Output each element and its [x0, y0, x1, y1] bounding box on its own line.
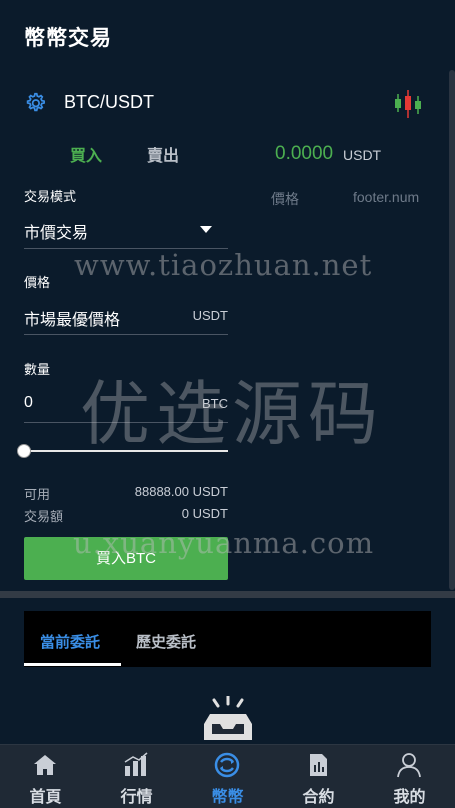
buy-button[interactable]: 買入BTC: [24, 537, 228, 580]
trade-mode-label: 交易模式: [24, 189, 77, 204]
watermark-url-top: www.tiaozhuan.net: [74, 248, 373, 282]
current-price: 0.0000: [275, 143, 334, 164]
empty-inbox-icon: [204, 696, 252, 740]
tabbar-home[interactable]: 首頁: [0, 745, 91, 808]
tab-current-orders[interactable]: 當前委託: [40, 631, 100, 652]
amount-slider[interactable]: [24, 450, 228, 452]
trade-mode-value: 市價交易: [24, 225, 89, 242]
amount-label: 數量: [24, 362, 51, 377]
user-icon: [397, 753, 421, 778]
price-field[interactable]: 市場最優價格 USDT: [24, 298, 228, 335]
candlestick-icon[interactable]: [392, 88, 424, 120]
tabbar-contract-label: 合約: [302, 789, 335, 806]
tabbar-home-label: 首頁: [29, 789, 62, 806]
slider-thumb[interactable]: [17, 444, 31, 458]
tabbar-market[interactable]: 行情: [91, 745, 182, 808]
available-label: 可用: [24, 487, 51, 502]
trading-pair[interactable]: BTC/USDT: [64, 92, 154, 113]
trade-mode-select[interactable]: 市價交易: [24, 210, 228, 249]
caret-down-icon: [200, 226, 212, 233]
section-divider: [0, 591, 455, 598]
orders-tabs: 當前委託 歷史委託: [24, 611, 431, 667]
contract-document-icon: [310, 754, 327, 776]
pair-row: BTC/USDT: [0, 82, 455, 122]
home-icon: [34, 755, 56, 775]
market-chart-icon: [124, 752, 148, 776]
amount-input[interactable]: 0: [24, 394, 33, 412]
tabbar-coin[interactable]: 幣幣: [182, 745, 273, 808]
bottom-tabbar: 首頁 行情 幣幣 合約 我的: [0, 744, 455, 808]
order-book-price-header: 價格: [271, 191, 299, 207]
volume-value: 0 USDT: [181, 506, 228, 521]
tab-buy[interactable]: 買入: [70, 142, 102, 166]
order-book-num-header: footer.num: [353, 189, 420, 205]
price-label: 價格: [24, 275, 51, 290]
coin-exchange-icon: [214, 752, 240, 778]
tabbar-mine-label: 我的: [393, 789, 426, 806]
app-header: 幣幣交易: [0, 0, 455, 76]
amount-field[interactable]: 0 BTC: [24, 386, 228, 423]
gear-icon[interactable]: [22, 90, 48, 116]
active-tab-indicator: [24, 663, 121, 666]
current-price-unit: USDT: [343, 147, 382, 163]
tabbar-mine[interactable]: 我的: [364, 745, 455, 808]
tab-history-orders[interactable]: 歷史委託: [136, 631, 196, 652]
price-field-value: 市場最優價格: [24, 312, 121, 329]
scrollbar[interactable]: [449, 70, 455, 590]
tabbar-market-label: 行情: [120, 789, 153, 806]
tabbar-contract[interactable]: 合約: [273, 745, 364, 808]
amount-unit: BTC: [202, 396, 228, 411]
tab-sell[interactable]: 賣出: [147, 142, 179, 166]
price-field-unit: USDT: [192, 308, 228, 323]
available-value: 88888.00 USDT: [134, 484, 228, 499]
tabbar-coin-label: 幣幣: [211, 789, 244, 806]
volume-label: 交易額: [24, 509, 64, 524]
page-title: 幣幣交易: [24, 27, 112, 50]
